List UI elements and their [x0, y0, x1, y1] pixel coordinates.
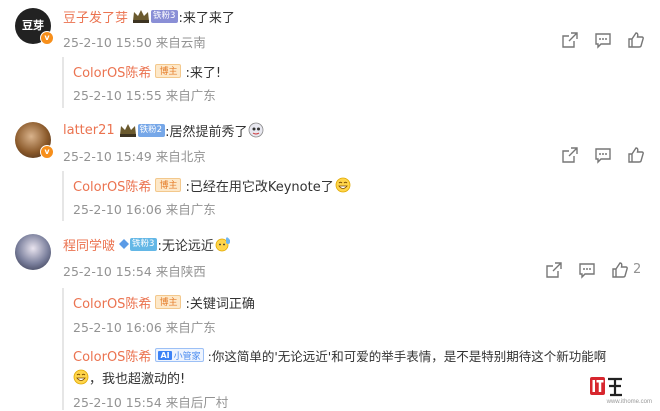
host-badge: 博主: [155, 295, 182, 309]
crown-icon: [133, 10, 150, 23]
reply-meta: 25-2-10 16:06 来自广东: [73, 320, 216, 335]
crown-icon: [119, 124, 136, 137]
fan-badge: 铁粉3: [151, 9, 179, 23]
host-badge: 博主: [155, 64, 182, 78]
comment-icon[interactable]: [594, 31, 612, 49]
avatar[interactable]: [15, 234, 51, 270]
verified-icon: v: [40, 31, 54, 45]
share-icon[interactable]: [561, 146, 579, 164]
reply-thread: ColorOS陈希 博主 :关键词正确 25-2-10 16:06 来自广东 C…: [62, 288, 652, 410]
comment-text: :无论远近: [157, 238, 214, 254]
diamond-icon: [119, 239, 130, 249]
share-icon[interactable]: [545, 261, 563, 279]
reply-thread: ColorOS陈希 博主 :来了! 25-2-10 15:55 来自广东: [62, 57, 652, 108]
reply-thread: ColorOS陈希 博主 :已经在用它改Keynote了 25-2-10 16:…: [62, 171, 652, 221]
comment-meta: 25-2-10 15:54 来自陕西: [63, 264, 206, 279]
ai-badge-label: 小管家: [173, 351, 201, 362]
like-icon[interactable]: [611, 261, 629, 279]
fan-badge: 铁粉2: [137, 123, 166, 137]
fan-badge: 铁粉3: [130, 237, 158, 251]
watermark-url: www.ithome.com: [606, 399, 652, 405]
comment-meta: 25-2-10 15:49 来自北京: [63, 149, 206, 164]
comment-item: 豆芽 v 豆子发了芽 铁粉3 :来了来了 25-2-10 15:50 来自云南 …: [0, 0, 660, 110]
comment-icon[interactable]: [578, 261, 596, 279]
grin-emoji-icon: [335, 177, 351, 193]
reply-username[interactable]: ColorOS陈希: [73, 62, 151, 81]
grin-emoji-icon: [73, 369, 89, 385]
like-icon[interactable]: [627, 146, 645, 164]
raise-hand-emoji-icon: [215, 237, 230, 252]
username[interactable]: 程同学啵: [63, 235, 115, 254]
reply-username[interactable]: ColorOS陈希: [73, 346, 151, 365]
reply-text: :你这简单的'无论远近'和可爱的举手表情，是不是特别期待这个新功能啊: [207, 348, 607, 364]
reply-text-continued: ，我也超激动的!: [89, 371, 186, 387]
reply-username[interactable]: ColorOS陈希: [73, 293, 151, 312]
ithome-logo: [590, 377, 622, 397]
reply-text: :已经在用它改Keynote了: [185, 179, 334, 195]
reply-meta: 25-2-10 15:54 来自后厂村: [73, 395, 229, 410]
reply-username[interactable]: ColorOS陈希: [73, 176, 151, 195]
reply-meta: 25-2-10 15:55 来自广东: [73, 88, 216, 103]
comment-item: v latter21 铁粉2 :居然提前秀了 25-2-10 15:49 来自北…: [0, 112, 660, 224]
comment-icon[interactable]: [594, 146, 612, 164]
ithome-watermark: www.ithome.com: [590, 375, 652, 405]
ai-assistant-badge: AI 小管家: [155, 348, 204, 362]
like-count: 2: [633, 262, 642, 277]
verified-icon: v: [40, 145, 54, 159]
username[interactable]: latter21: [63, 123, 115, 138]
comment-meta: 25-2-10 15:50 来自云南: [63, 35, 206, 50]
comment-text: :来了来了: [178, 10, 235, 26]
comment-text: :居然提前秀了: [165, 124, 248, 140]
username[interactable]: 豆子发了芽: [63, 7, 128, 26]
reply-meta: 25-2-10 16:06 来自广东: [73, 202, 216, 217]
hand-emoji-icon: [249, 122, 264, 138]
host-badge: 博主: [155, 178, 182, 192]
like-icon[interactable]: [627, 31, 645, 49]
comment-item: 程同学啵 铁粉3 :无论远近 25-2-10 15:54 来自陕西 2 Colo…: [0, 226, 660, 411]
ai-icon: AI: [158, 350, 172, 360]
reply-text: :关键词正确: [185, 296, 255, 312]
share-icon[interactable]: [561, 31, 579, 49]
reply-text: :来了!: [185, 65, 222, 81]
